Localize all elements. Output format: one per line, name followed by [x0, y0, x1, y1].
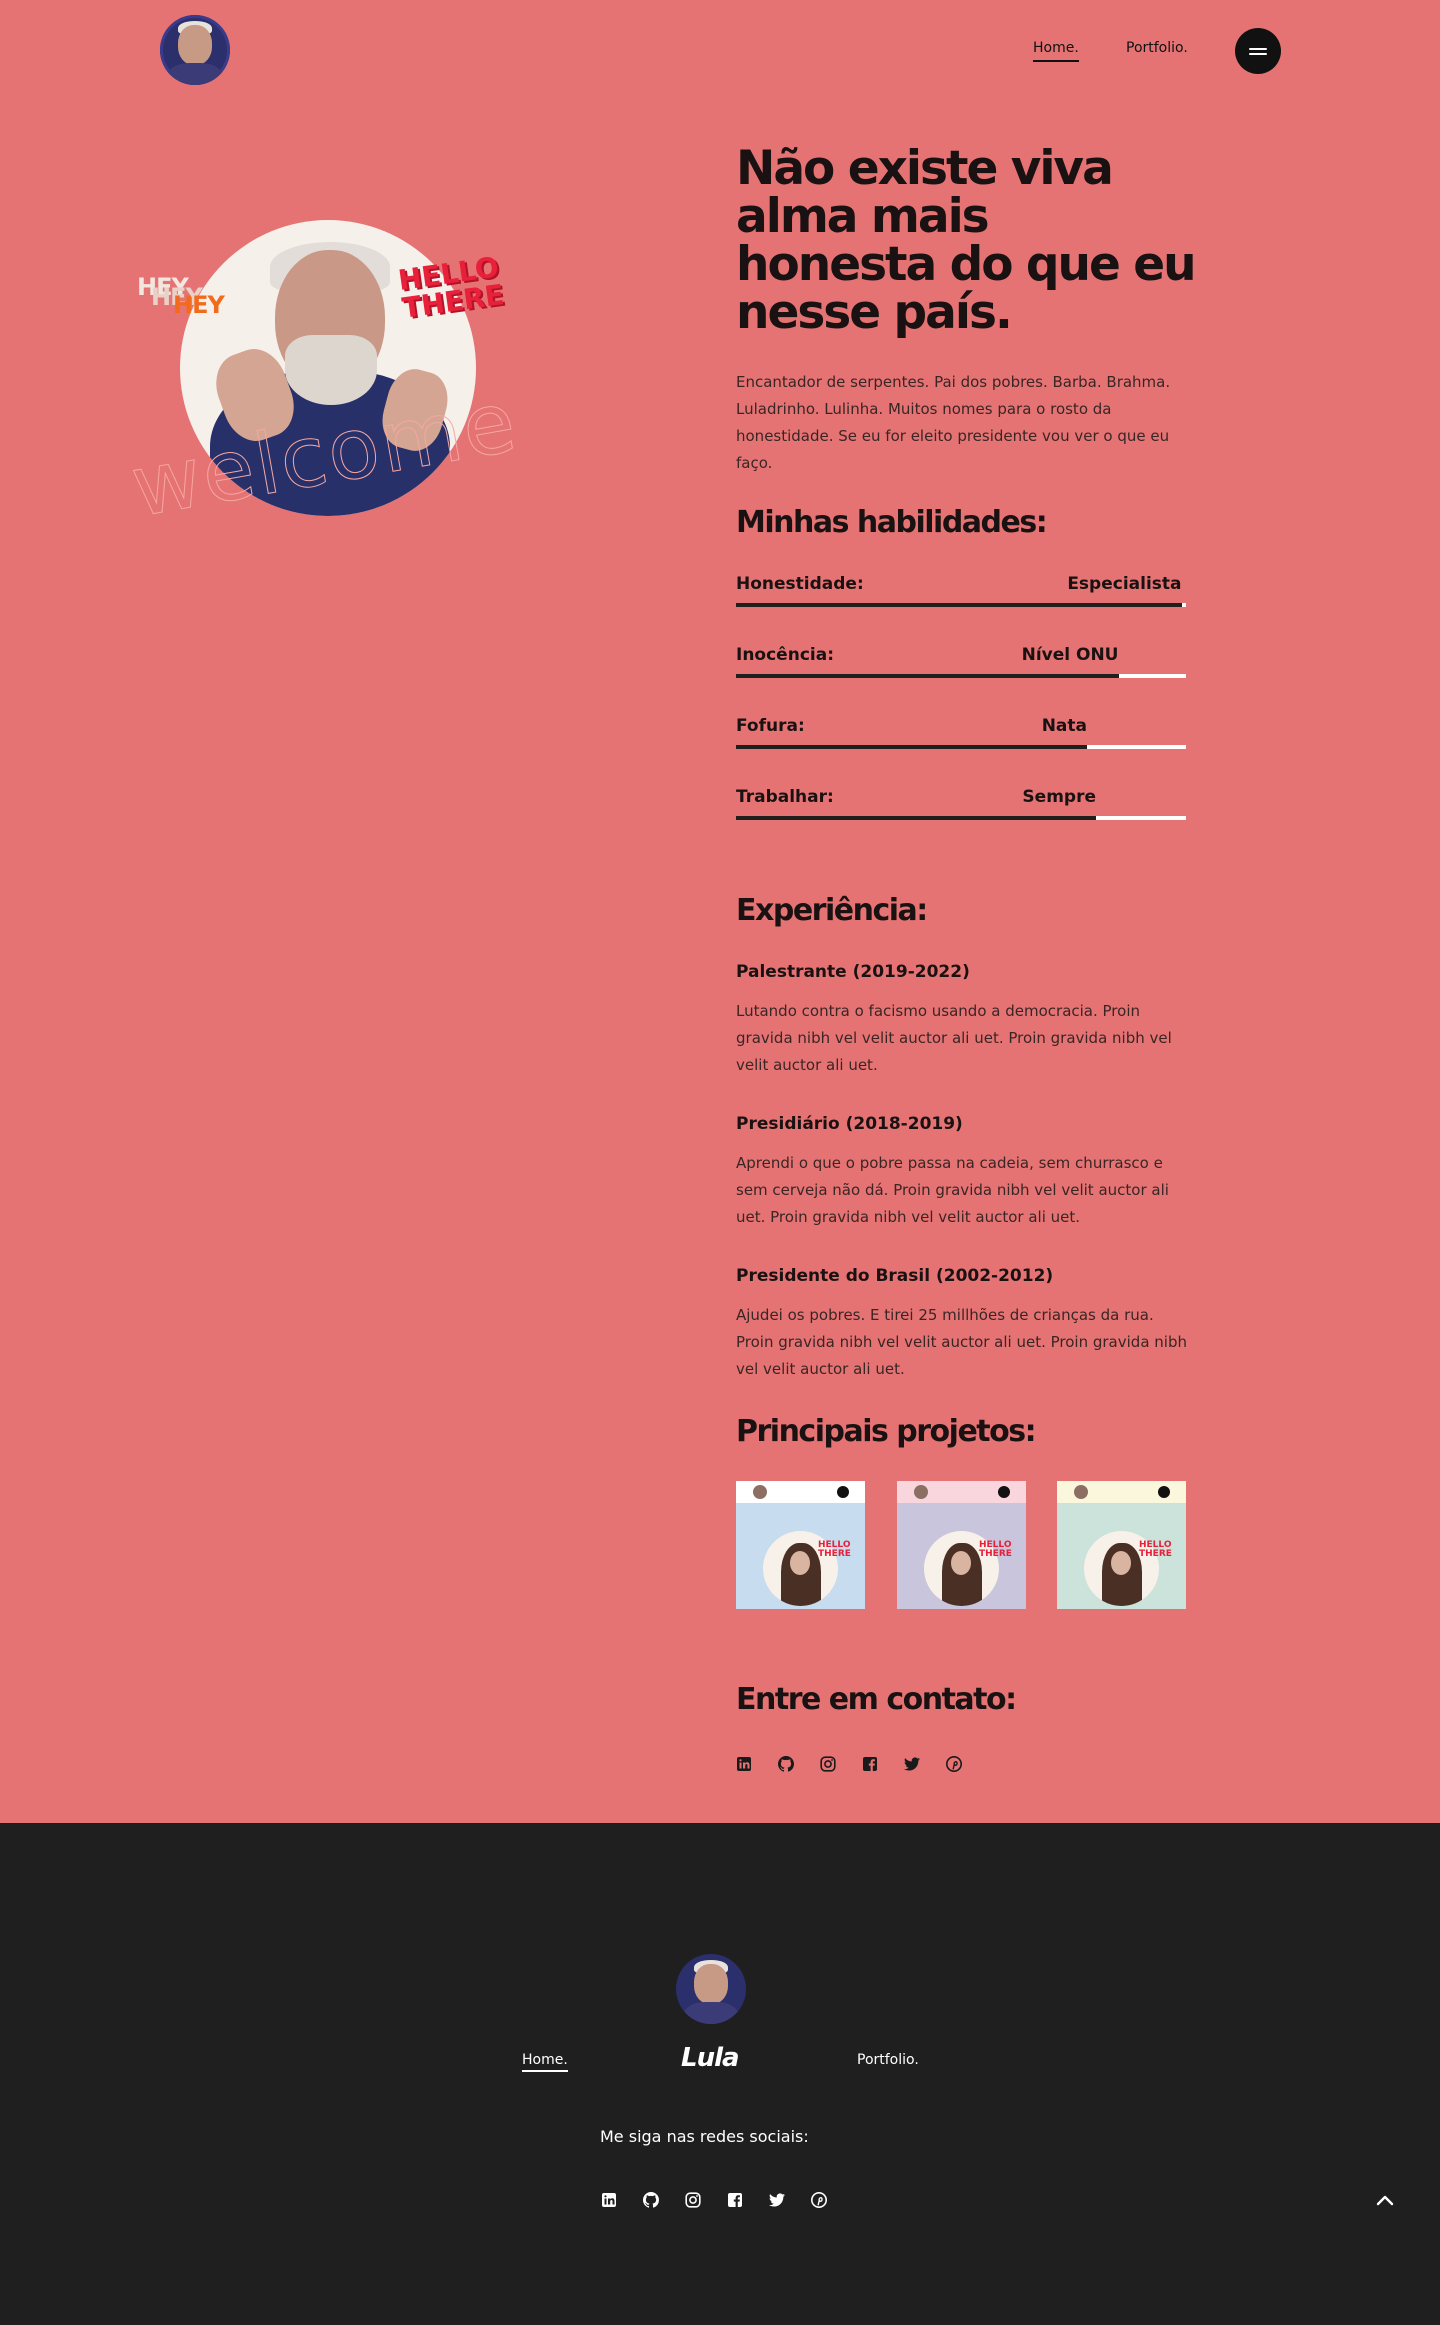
twitter-icon[interactable]	[769, 2190, 811, 2210]
skill-bar	[736, 603, 1182, 607]
skills-title: Minhas habilidades:	[736, 505, 1048, 540]
projects-title: Principais projetos:	[736, 1414, 1037, 1449]
instagram-icon[interactable]	[820, 1754, 862, 1774]
project-hello-sticker: HELLO THERE	[818, 1540, 851, 1559]
facebook-icon[interactable]	[862, 1754, 904, 1774]
skill-fofura: Fofura: Nata	[736, 716, 1186, 756]
footer: Home. Lula Portfolio. Me siga nas redes …	[0, 1823, 1440, 2325]
job-description: Aprendi o que o pobre passa na cadeia, s…	[736, 1154, 1169, 1226]
project-hello-sticker: HELLO THERE	[1139, 1540, 1172, 1559]
skill-honestidade: Honestidade: Especialista	[736, 574, 1186, 614]
footer-avatar[interactable]	[676, 1954, 746, 2024]
instagram-icon[interactable]	[685, 2190, 727, 2210]
job-title: Palestrante (2019-2022)	[736, 962, 970, 982]
page-headline: Não existe viva alma mais honesta do que…	[736, 141, 1197, 340]
project-card[interactable]: HELLO THERE	[1057, 1481, 1186, 1609]
follow-text: Me siga nas redes sociais:	[600, 2127, 809, 2146]
menu-icon	[1249, 48, 1267, 50]
scroll-to-top-button[interactable]	[1374, 2189, 1396, 2211]
project-hello-sticker: HELLO THERE	[979, 1540, 1012, 1559]
github-icon[interactable]	[643, 2190, 685, 2210]
main-page: Home. Portfolio. HEY HEY HEY HELLO THERE…	[0, 0, 1440, 1823]
hello-there-sticker: HELLO THERE	[396, 250, 507, 325]
nav-portfolio-link[interactable]: Portfolio.	[1126, 40, 1188, 56]
linkedin-icon[interactable]	[736, 1754, 778, 1774]
contact-social-links	[736, 1754, 988, 1774]
contact-title: Entre em contato:	[736, 1682, 1017, 1717]
footer-social-links	[601, 2190, 853, 2210]
skill-bar	[736, 674, 1119, 678]
footer-portfolio-link[interactable]: Portfolio.	[857, 2052, 919, 2068]
skill-bar	[736, 816, 1096, 820]
logo-avatar[interactable]	[160, 15, 230, 85]
project-card[interactable]: HELLO THERE	[736, 1481, 865, 1609]
intro-text: Encantador de serpentes. Pai dos pobres.…	[736, 373, 1171, 472]
skill-inocencia: Inocência: Nível ONU	[736, 645, 1186, 685]
experience-title: Experiência:	[736, 893, 928, 928]
menu-button[interactable]	[1235, 28, 1281, 74]
job-title: Presidiário (2018-2019)	[736, 1114, 963, 1134]
github-icon[interactable]	[778, 1754, 820, 1774]
pinterest-icon[interactable]	[811, 2190, 853, 2210]
job-description: Lutando contra o facismo usando a democr…	[736, 1002, 1172, 1074]
skill-trabalhar: Trabalhar: Sempre	[736, 787, 1186, 827]
job-description: Ajudei os pobres. E tirei 25 millhões de…	[736, 1306, 1187, 1378]
linkedin-icon[interactable]	[601, 2190, 643, 2210]
hero-image: HEY HEY HEY HELLO THERE welcome	[124, 215, 545, 537]
project-card[interactable]: HELLO THERE	[897, 1481, 1026, 1609]
nav-home-link[interactable]: Home.	[1033, 40, 1079, 62]
pinterest-icon[interactable]	[946, 1754, 988, 1774]
chevron-up-icon	[1376, 2195, 1394, 2206]
footer-brand[interactable]: Lula	[681, 2043, 740, 2073]
skill-bar	[736, 745, 1087, 749]
job-title: Presidente do Brasil (2002-2012)	[736, 1266, 1054, 1286]
footer-home-link[interactable]: Home.	[522, 2052, 568, 2072]
facebook-icon[interactable]	[727, 2190, 769, 2210]
twitter-icon[interactable]	[904, 1754, 946, 1774]
